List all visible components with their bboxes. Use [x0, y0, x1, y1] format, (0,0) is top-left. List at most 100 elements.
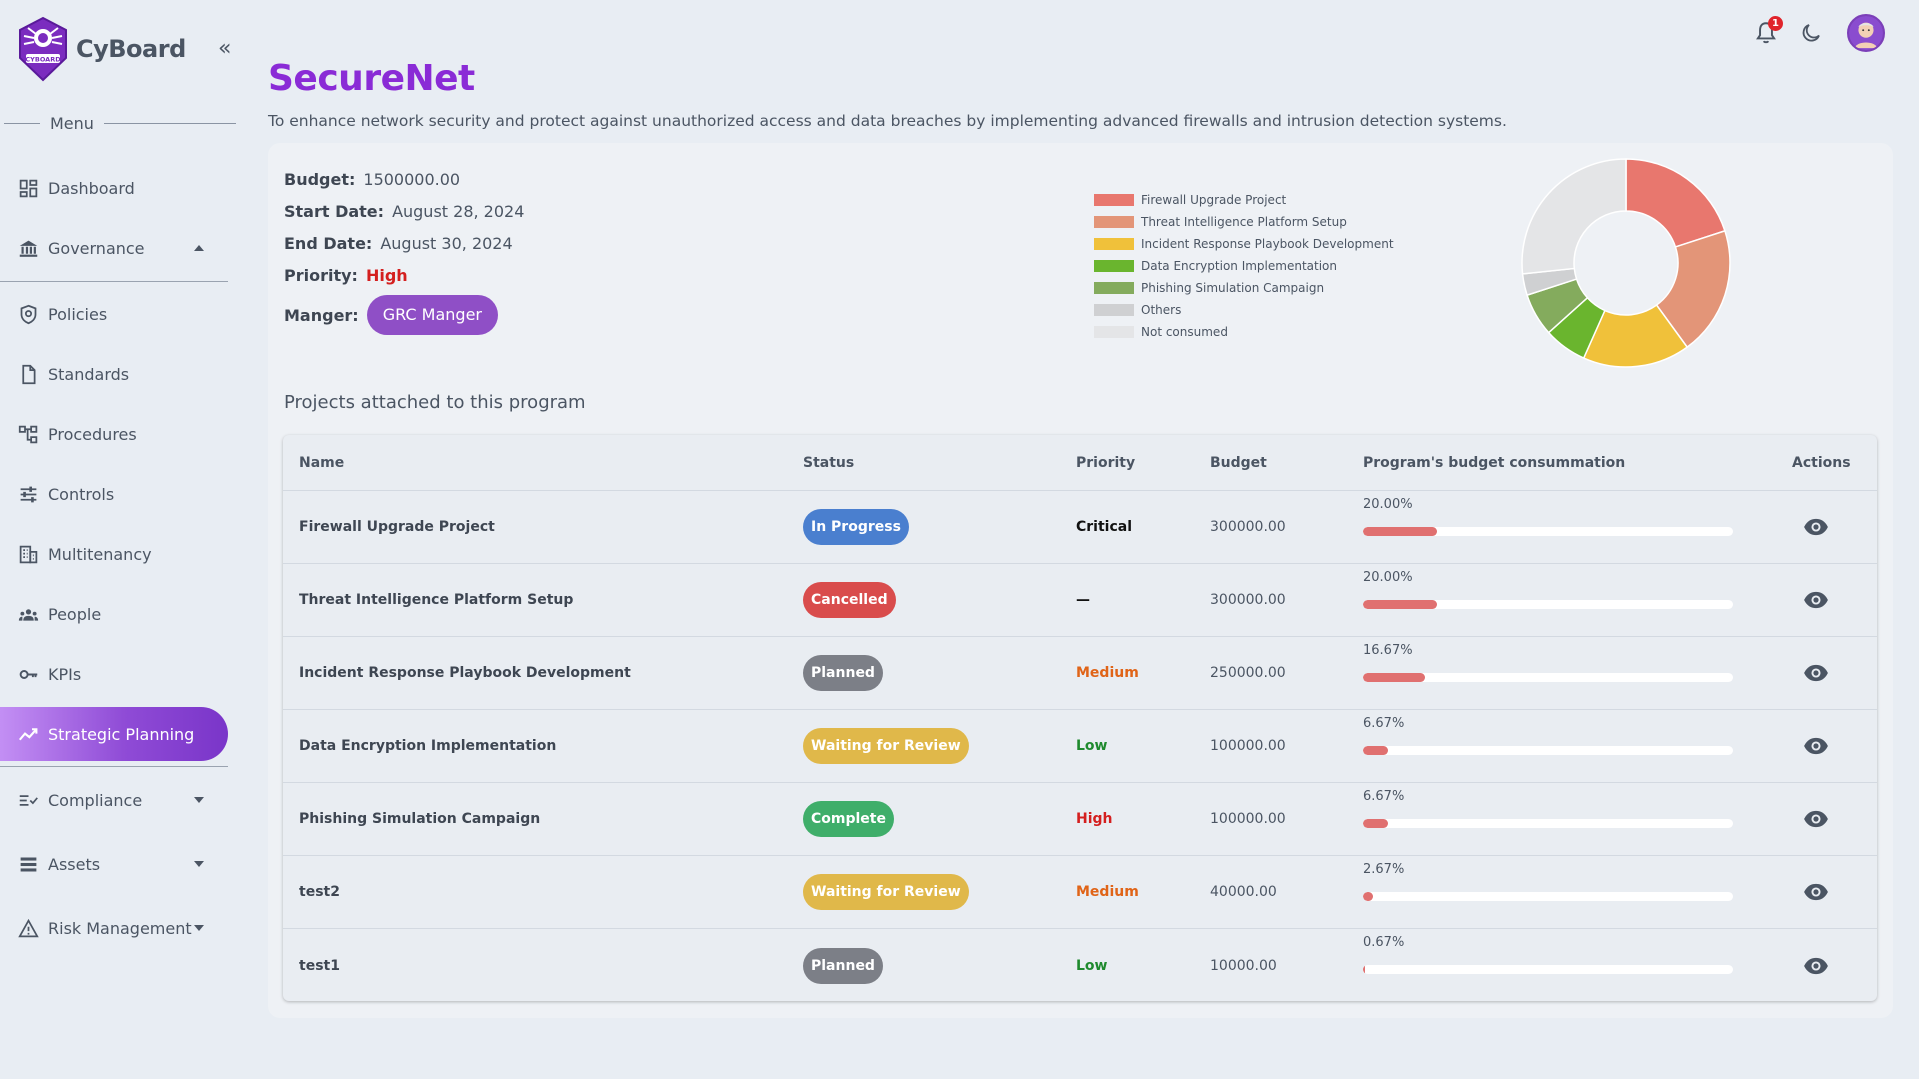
- shield-icon: [17, 303, 39, 325]
- sidebar-item-label: Compliance: [48, 790, 143, 810]
- dark-mode-toggle-icon[interactable]: [1799, 21, 1823, 45]
- notification-badge: 1: [1768, 16, 1783, 31]
- sidebar-item-strategic-planning[interactable]: Strategic Planning: [0, 707, 228, 761]
- col-priority[interactable]: Priority: [1076, 455, 1135, 471]
- eye-icon: [1804, 883, 1828, 901]
- status-badge: Waiting for Review: [803, 728, 969, 764]
- notifications-button[interactable]: 1: [1753, 16, 1783, 46]
- budget-consumption: 0.67%: [1363, 933, 1733, 993]
- caret-down-icon[interactable]: [194, 925, 204, 931]
- legend-label: Incident Response Playbook Development: [1141, 237, 1394, 251]
- caret-down-icon[interactable]: [194, 797, 204, 803]
- status-badge: In Progress: [803, 509, 909, 545]
- view-button[interactable]: [1803, 806, 1829, 832]
- caret-up-icon[interactable]: [194, 245, 204, 251]
- view-button[interactable]: [1803, 660, 1829, 686]
- status-cell: Waiting for Review: [803, 728, 969, 764]
- collapse-sidebar-icon[interactable]: «: [218, 38, 231, 60]
- sidebar-item-kpis[interactable]: KPIs: [0, 647, 228, 701]
- table-row[interactable]: Incident Response Playbook Development Pl…: [283, 637, 1877, 710]
- sidebar-item-label: Governance: [48, 238, 145, 258]
- sidebar-item-assets[interactable]: Assets: [0, 837, 228, 891]
- sidebar-item-people[interactable]: People: [0, 587, 228, 641]
- eye-icon: [1804, 737, 1828, 755]
- start-date-row: Start Date: August 28, 2024: [284, 195, 524, 227]
- priority-value: High: [1076, 811, 1113, 827]
- project-name[interactable]: Incident Response Playbook Development: [299, 665, 631, 681]
- consumption-percent: 20.00%: [1363, 497, 1413, 512]
- project-name[interactable]: test1: [299, 958, 340, 974]
- progress-bar: [1363, 600, 1733, 609]
- legend-item[interactable]: Firewall Upgrade Project: [1094, 189, 1394, 211]
- sidebar-item-governance[interactable]: Governance: [0, 221, 228, 275]
- sidebar-item-compliance[interactable]: Compliance: [0, 773, 228, 827]
- pie-slice[interactable]: [1625, 158, 1726, 248]
- consumption-percent: 6.67%: [1363, 716, 1405, 731]
- end-date-value: August 30, 2024: [380, 233, 513, 253]
- legend-item[interactable]: Phishing Simulation Campaign: [1094, 277, 1394, 299]
- col-name[interactable]: Name: [299, 455, 344, 471]
- budget-value: 10000.00: [1210, 957, 1277, 974]
- view-button[interactable]: [1803, 953, 1829, 979]
- list-icon: [17, 853, 39, 875]
- sidebar-item-risk-management[interactable]: Risk Management: [0, 901, 228, 955]
- page-description: To enhance network security and protect …: [268, 112, 1507, 130]
- budget-consumption: 20.00%: [1363, 495, 1733, 555]
- bank-icon: [17, 237, 39, 259]
- sidebar-item-label: Dashboard: [48, 178, 135, 198]
- table-row[interactable]: Data Encryption Implementation Waiting fo…: [283, 710, 1877, 783]
- project-name[interactable]: Data Encryption Implementation: [299, 738, 556, 754]
- legend-item[interactable]: Others: [1094, 299, 1394, 321]
- sidebar-item-dashboard[interactable]: Dashboard: [0, 161, 228, 215]
- table-header: Name Status Priority Budget Program's bu…: [283, 435, 1877, 491]
- sidebar-item-procedures[interactable]: Procedures: [0, 407, 228, 461]
- priority-value: High: [365, 265, 408, 285]
- start-date-value: August 28, 2024: [392, 201, 525, 221]
- view-button[interactable]: [1803, 587, 1829, 613]
- legend-swatch: [1094, 216, 1134, 228]
- view-button[interactable]: [1803, 879, 1829, 905]
- legend-item[interactable]: Data Encryption Implementation: [1094, 255, 1394, 277]
- status-badge: Cancelled: [803, 582, 896, 618]
- table-row[interactable]: Firewall Upgrade Project In Progress Criti…: [283, 491, 1877, 564]
- table-row[interactable]: Phishing Simulation Campaign Complete High…: [283, 783, 1877, 856]
- progress-fill: [1363, 673, 1425, 682]
- divider: [0, 766, 228, 767]
- brand[interactable]: CYBOARD CyBoard: [14, 14, 186, 84]
- sidebar-item-standards[interactable]: Standards: [0, 347, 228, 401]
- project-name[interactable]: Firewall Upgrade Project: [299, 519, 495, 535]
- legend-swatch: [1094, 238, 1134, 250]
- legend-item[interactable]: Incident Response Playbook Development: [1094, 233, 1394, 255]
- project-name[interactable]: Threat Intelligence Platform Setup: [299, 592, 573, 608]
- table-row[interactable]: Threat Intelligence Platform Setup Cancel…: [283, 564, 1877, 637]
- sidebar-item-label: Multitenancy: [48, 544, 152, 564]
- eye-icon: [1804, 518, 1828, 536]
- budget-consumption: 20.00%: [1363, 568, 1733, 628]
- sliders-icon: [17, 483, 39, 505]
- caret-down-icon[interactable]: [194, 861, 204, 867]
- view-button[interactable]: [1803, 514, 1829, 540]
- divider: [0, 281, 228, 282]
- table-row[interactable]: test2 Waiting for Review Medium 40000.00 2.6…: [283, 856, 1877, 929]
- view-button[interactable]: [1803, 733, 1829, 759]
- project-name[interactable]: Phishing Simulation Campaign: [299, 811, 540, 827]
- project-name[interactable]: test2: [299, 884, 340, 900]
- sidebar-item-multitenancy[interactable]: Multitenancy: [0, 527, 228, 581]
- eye-icon: [1804, 810, 1828, 828]
- sidebar-item-controls[interactable]: Controls: [0, 467, 228, 521]
- col-budget[interactable]: Budget: [1210, 455, 1267, 471]
- pie-slice[interactable]: [1521, 158, 1627, 275]
- manager-label: Manger:: [284, 305, 359, 325]
- avatar-icon: [1849, 16, 1883, 50]
- progress-bar: [1363, 673, 1733, 682]
- col-status[interactable]: Status: [803, 455, 854, 471]
- legend-item[interactable]: Threat Intelligence Platform Setup: [1094, 211, 1394, 233]
- legend-item[interactable]: Not consumed: [1094, 321, 1394, 343]
- sidebar-item-policies[interactable]: Policies: [0, 287, 228, 341]
- manager-chip[interactable]: GRC Manger: [366, 295, 499, 335]
- people-icon: [17, 603, 39, 625]
- table-row[interactable]: test1 Planned Low 10000.00 0.67%: [283, 929, 1877, 1002]
- brand-name: CyBoard: [76, 35, 186, 63]
- col-consumption[interactable]: Program's budget consummation: [1363, 455, 1625, 471]
- user-avatar[interactable]: [1847, 14, 1885, 52]
